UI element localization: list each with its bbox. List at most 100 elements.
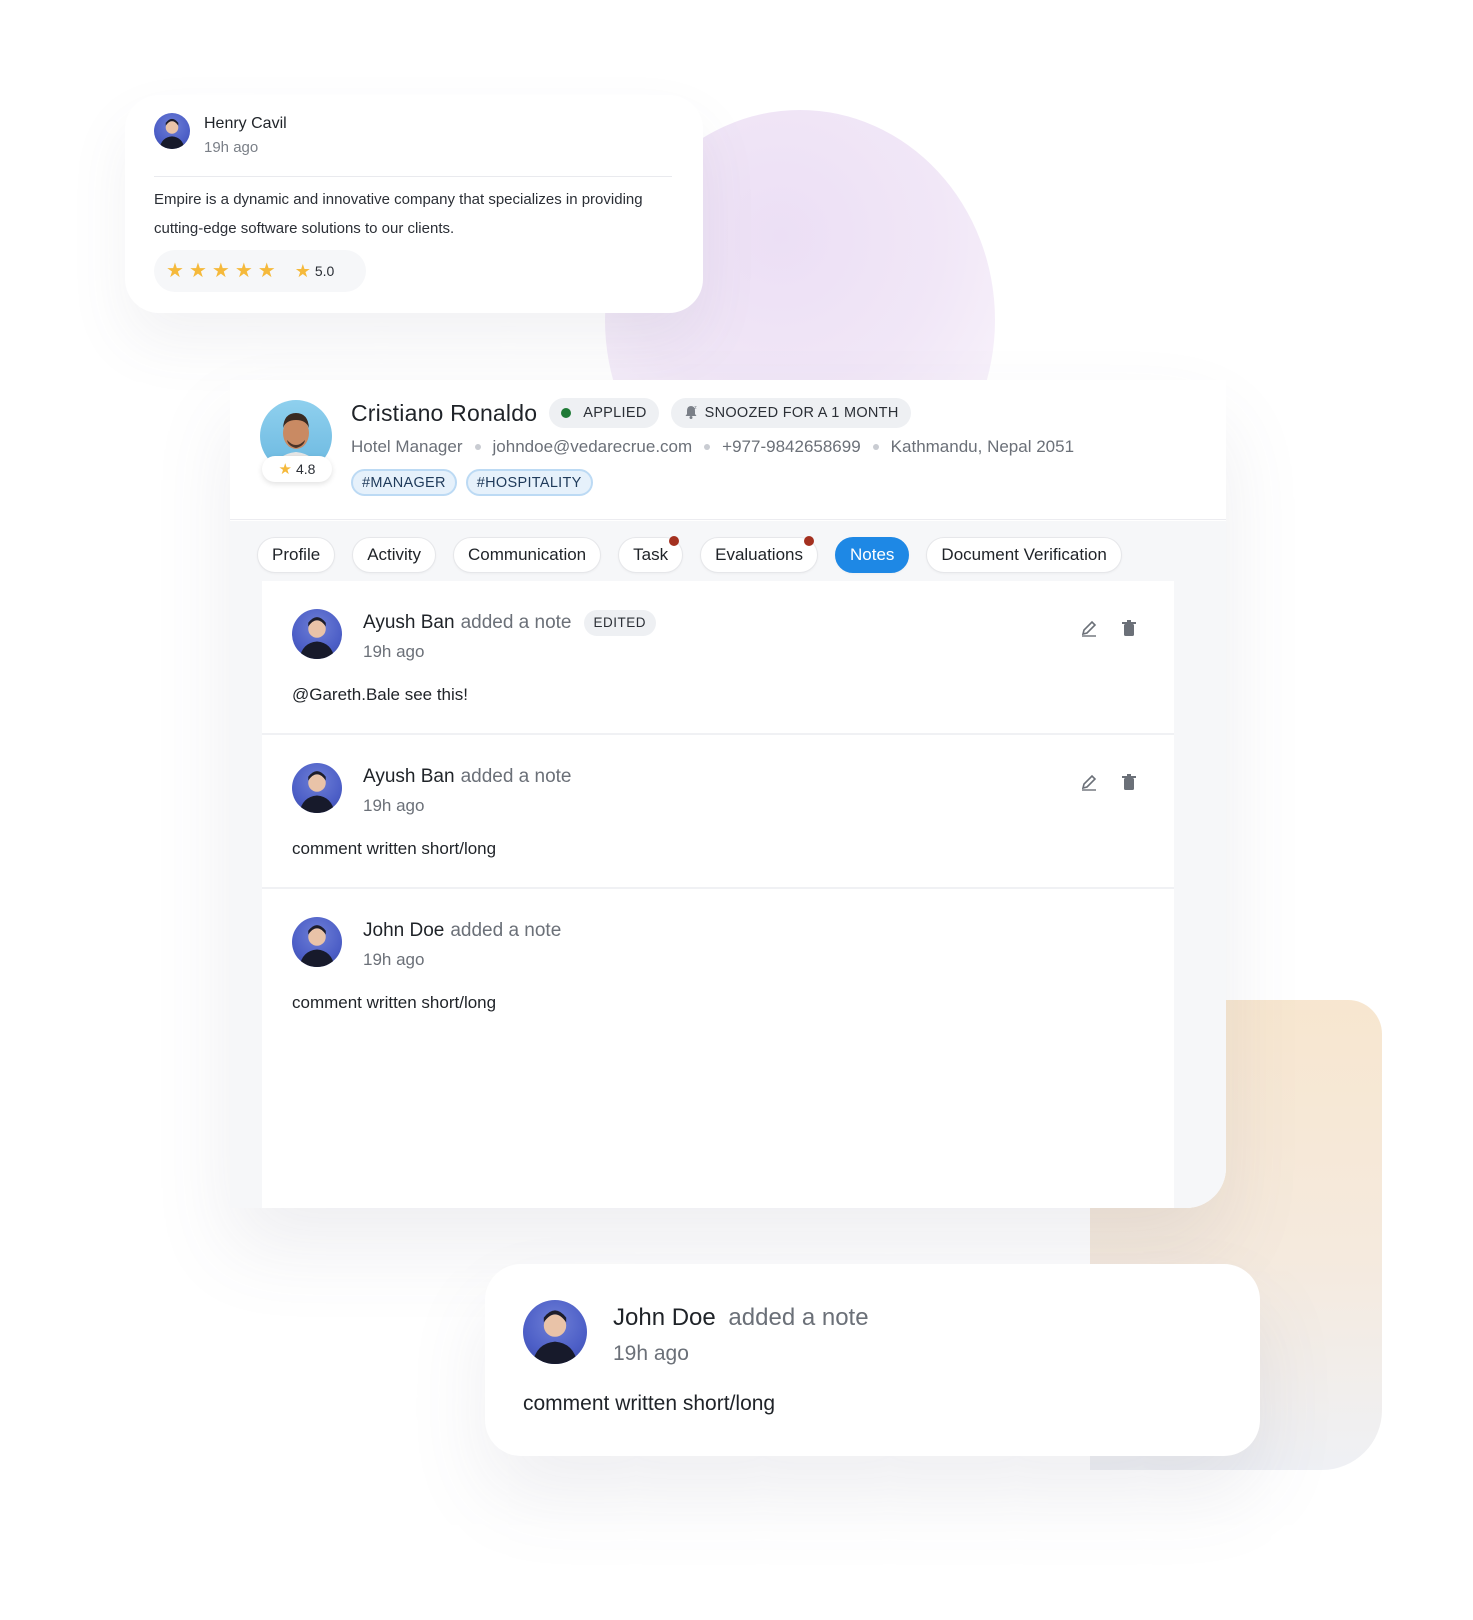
note-header: Ayush Ban added a note 19h ago [292, 763, 572, 821]
reviewer-name: Henry Cavil [204, 115, 287, 132]
candidate-name: Cristiano Ronaldo [351, 399, 538, 426]
edit-icon[interactable] [1080, 773, 1098, 791]
tab-label: Communication [468, 545, 587, 564]
tab-label: Notes [850, 545, 895, 564]
candidate-meta: Hotel Manager johndoe@vedarecrue.com +97… [351, 437, 1074, 457]
tab-activity[interactable]: Activity [352, 537, 437, 573]
tag-list: #MANAGER #HOSPITALITY [351, 469, 593, 496]
notification-dot-icon [804, 536, 814, 546]
floating-note-action: added a note [728, 1304, 869, 1331]
candidate-header: ★ 4.8 Cristiano Ronaldo APPLIED z SNOOZE… [230, 380, 1226, 520]
note-author-avatar [292, 763, 342, 813]
tab-evaluations[interactable]: Evaluations [700, 536, 818, 573]
note-author: John Doe [363, 920, 445, 941]
note-time: 19h ago [363, 950, 425, 969]
note-body: comment written short/long [292, 993, 497, 1012]
star-icon: ★ [234, 260, 253, 282]
status-badge[interactable]: APPLIED [549, 398, 659, 428]
svg-text:z: z [694, 405, 697, 411]
snooze-label: SNOOZED FOR A 1 MONTH [704, 405, 899, 421]
tabs-area: Profile Activity Communication Task Evaluati… [230, 521, 1226, 1208]
candidate-email[interactable]: johndoe@vedarecrue.com [493, 437, 693, 457]
notification-dot-icon [669, 536, 680, 546]
note-item: Ayush Ban added a note 19h ago comment w… [262, 735, 1174, 889]
separator-dot [704, 444, 711, 450]
note-author: Ayush Ban [363, 612, 455, 633]
edited-badge: EDITED [583, 610, 657, 636]
tab-profile[interactable]: Profile [257, 537, 336, 573]
floating-note-title: John Doe added a note [613, 1300, 869, 1336]
candidate-role: Hotel Manager [351, 437, 463, 456]
note-action: added a note [450, 920, 562, 941]
tab-communication[interactable]: Communication [453, 537, 602, 573]
star-icon: ★ [294, 261, 311, 281]
note-title: Ayush Ban added a note EDITED [363, 609, 657, 637]
candidate-rating-value: 4.8 [295, 461, 316, 477]
note-tools [1080, 619, 1138, 637]
tab-bar: Profile Activity Communication Task Evaluati… [257, 536, 1122, 573]
floating-note-card: John Doe added a note 19h ago comment wr… [485, 1264, 1260, 1456]
star-icon: ★ [257, 260, 276, 282]
note-title: Ayush Ban added a note [363, 763, 572, 791]
star-icon: ★ [278, 460, 292, 478]
note-header: John Doe added a note 19h ago [292, 917, 561, 975]
note-author-avatar [292, 917, 342, 967]
note-body: comment written short/long [292, 839, 497, 858]
status-label: APPLIED [583, 405, 647, 421]
tab-task[interactable]: Task [618, 536, 684, 573]
snooze-badge[interactable]: z SNOOZED FOR A 1 MONTH [670, 398, 911, 428]
notes-panel: Ayush Ban added a note EDITED 19h ago @G… [262, 581, 1174, 1208]
status-dot-icon [561, 408, 572, 418]
candidate-card: ★ 4.8 Cristiano Ronaldo APPLIED z SNOOZE… [230, 380, 1226, 1208]
star-icon: ★ [211, 260, 230, 282]
candidate-phone[interactable]: +977-9842658699 [722, 437, 861, 457]
tab-label: Document Verification [941, 545, 1107, 564]
reviewer-avatar [154, 113, 190, 149]
separator-dot [872, 444, 879, 450]
note-item: Ayush Ban added a note EDITED 19h ago @G… [262, 581, 1174, 735]
note-item: John Doe added a note 19h ago comment wr… [262, 889, 1174, 1043]
snooze-bell-icon: z [683, 404, 699, 423]
trash-icon[interactable] [1120, 773, 1138, 791]
tab-label: Profile [272, 545, 321, 564]
note-body: @Gareth.Bale see this! [292, 685, 469, 704]
review-card: Henry Cavil 19h ago Empire is a dynamic … [125, 95, 703, 313]
floating-note-avatar [523, 1300, 587, 1364]
floating-note-author: John Doe [613, 1304, 716, 1331]
star-rating: ★ ★ ★ ★ ★ [166, 261, 281, 281]
note-header: Ayush Ban added a note EDITED 19h ago [292, 609, 657, 667]
review-rating-number: 5.0 [314, 263, 335, 279]
tab-label: Evaluations [715, 545, 803, 564]
tab-label: Task [633, 545, 669, 564]
review-text: Empire is a dynamic and innovative compa… [154, 191, 643, 237]
tag-manager[interactable]: #MANAGER [351, 469, 457, 496]
tab-document-verification[interactable]: Document Verification [926, 537, 1122, 573]
note-author-avatar [292, 609, 342, 659]
review-rating-value: ★ 5.0 [295, 262, 335, 280]
note-tools [1080, 773, 1138, 791]
note-title: John Doe added a note [363, 917, 561, 945]
star-icon: ★ [166, 260, 184, 282]
floating-note-body: comment written short/long [523, 1392, 776, 1415]
candidate-rating: ★ 4.8 [262, 456, 332, 482]
review-rating-pill: ★ ★ ★ ★ ★ ★ 5.0 [154, 250, 366, 292]
floating-note-header: John Doe added a note 19h ago [523, 1300, 869, 1372]
tab-label: Activity [367, 545, 422, 564]
review-header: Henry Cavil 19h ago [154, 113, 287, 161]
note-action: added a note [460, 612, 572, 633]
note-time: 19h ago [363, 642, 425, 661]
tab-notes[interactable]: Notes [835, 537, 910, 573]
star-icon: ★ [188, 260, 207, 282]
edit-icon[interactable] [1080, 619, 1098, 637]
trash-icon[interactable] [1120, 619, 1138, 637]
note-author: Ayush Ban [363, 766, 455, 787]
candidate-name-row: Cristiano Ronaldo APPLIED z SNOOZED FOR … [351, 398, 911, 428]
note-time: 19h ago [363, 796, 425, 815]
separator-dot [474, 444, 481, 450]
divider [154, 176, 672, 177]
tag-hospitality[interactable]: #HOSPITALITY [465, 469, 593, 496]
candidate-location: Kathmandu, Nepal 2051 [890, 437, 1075, 456]
review-time: 19h ago [204, 139, 259, 156]
floating-note-time: 19h ago [613, 1342, 689, 1365]
note-action: added a note [460, 766, 572, 787]
